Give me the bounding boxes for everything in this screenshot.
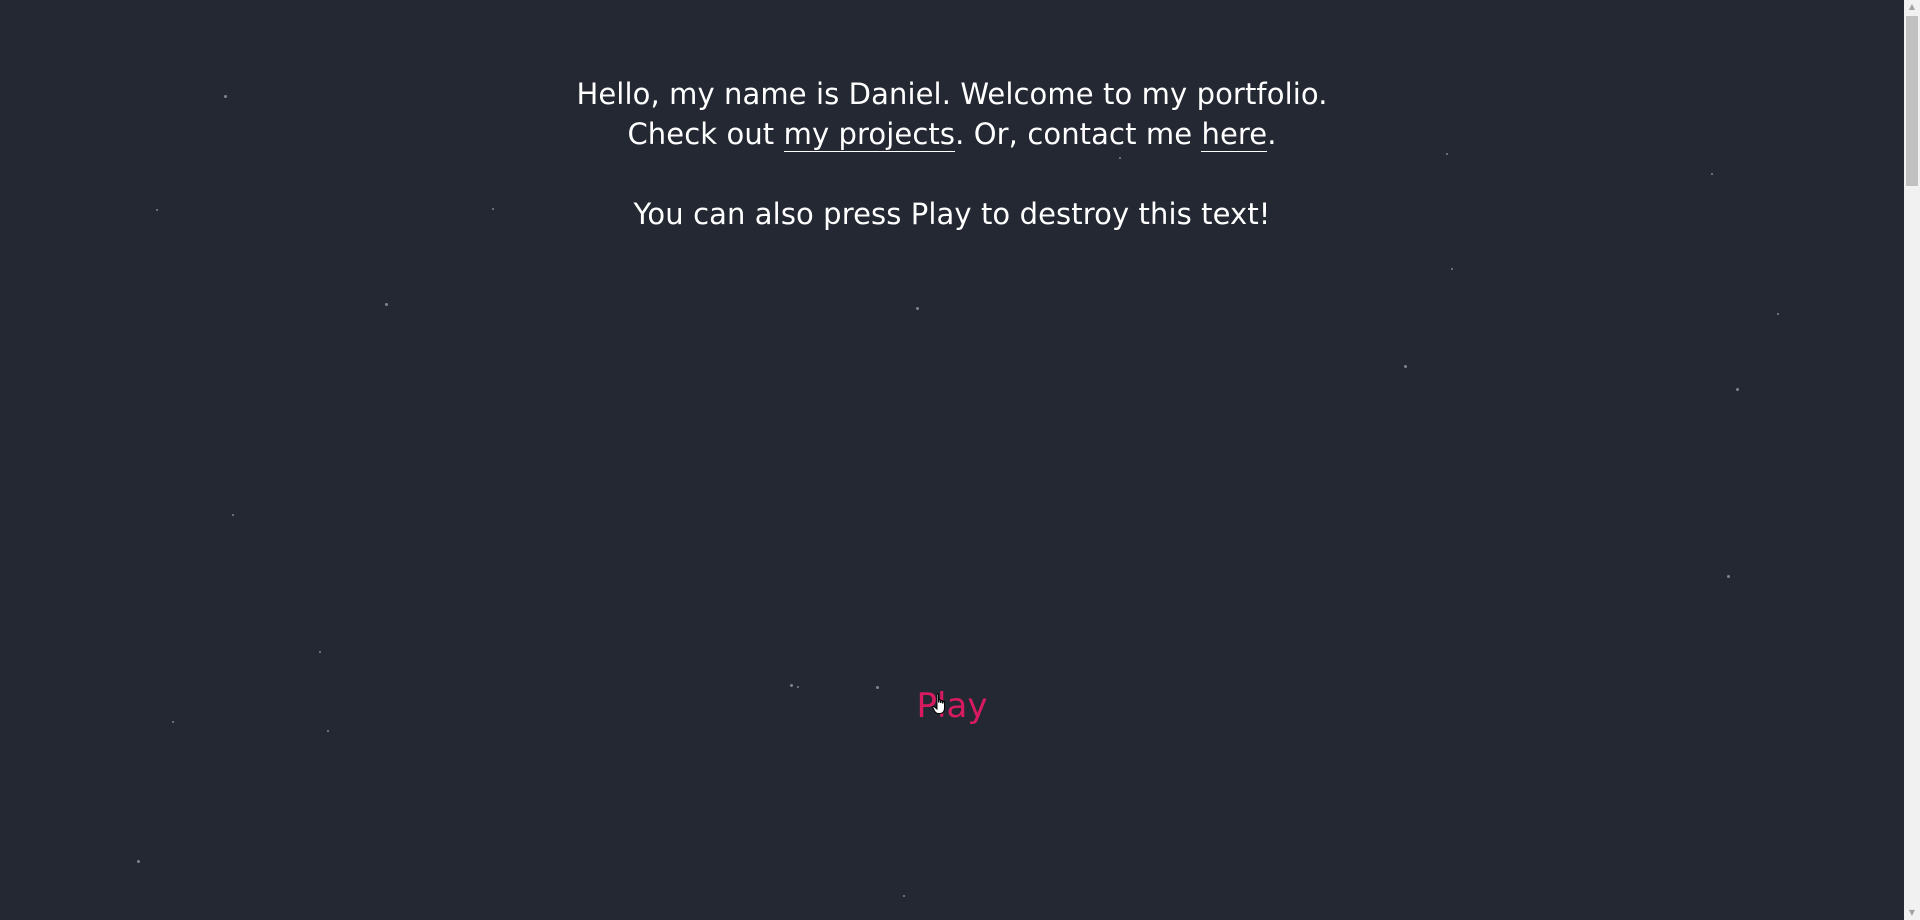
star-dot [1736, 388, 1739, 391]
portfolio-page: Hello, my name is Daniel. Welcome to my … [0, 0, 1920, 920]
vertical-scrollbar[interactable]: ▲ ▼ [1904, 0, 1920, 920]
star-dot [232, 514, 234, 516]
star-dot [137, 860, 140, 863]
hand-pointer-icon [932, 693, 945, 714]
star-dot [1404, 365, 1407, 368]
star-dot [916, 307, 919, 310]
star-dot [1727, 575, 1730, 578]
scroll-down-button[interactable]: ▼ [1904, 906, 1920, 920]
play-instruction-line: You can also press Play to destroy this … [633, 197, 1271, 231]
my-projects-link[interactable]: my projects [783, 117, 956, 152]
links-line: Check out my projects. Or, contact me he… [0, 114, 1904, 154]
triangle-down-icon: ▼ [1908, 908, 1916, 917]
star-dot [327, 730, 329, 732]
scroll-up-button[interactable]: ▲ [1904, 0, 1920, 14]
star-dot [903, 895, 905, 897]
contact-here-link[interactable]: here [1201, 117, 1268, 152]
links-line-middle: . Or, contact me [955, 117, 1202, 151]
play-button[interactable]: Play [0, 684, 1904, 728]
intro-text: Hello, my name is Daniel. Welcome to my … [0, 74, 1904, 234]
links-line-suffix: . [1267, 117, 1277, 151]
links-line-prefix: Check out [627, 117, 784, 151]
triangle-up-icon: ▲ [1908, 2, 1916, 11]
greeting-line: Hello, my name is Daniel. Welcome to my … [576, 77, 1328, 111]
star-dot [385, 303, 388, 306]
scrollbar-thumb[interactable] [1906, 16, 1918, 186]
star-dot [1777, 313, 1779, 315]
star-dot [319, 651, 321, 653]
star-dot [1451, 268, 1453, 270]
